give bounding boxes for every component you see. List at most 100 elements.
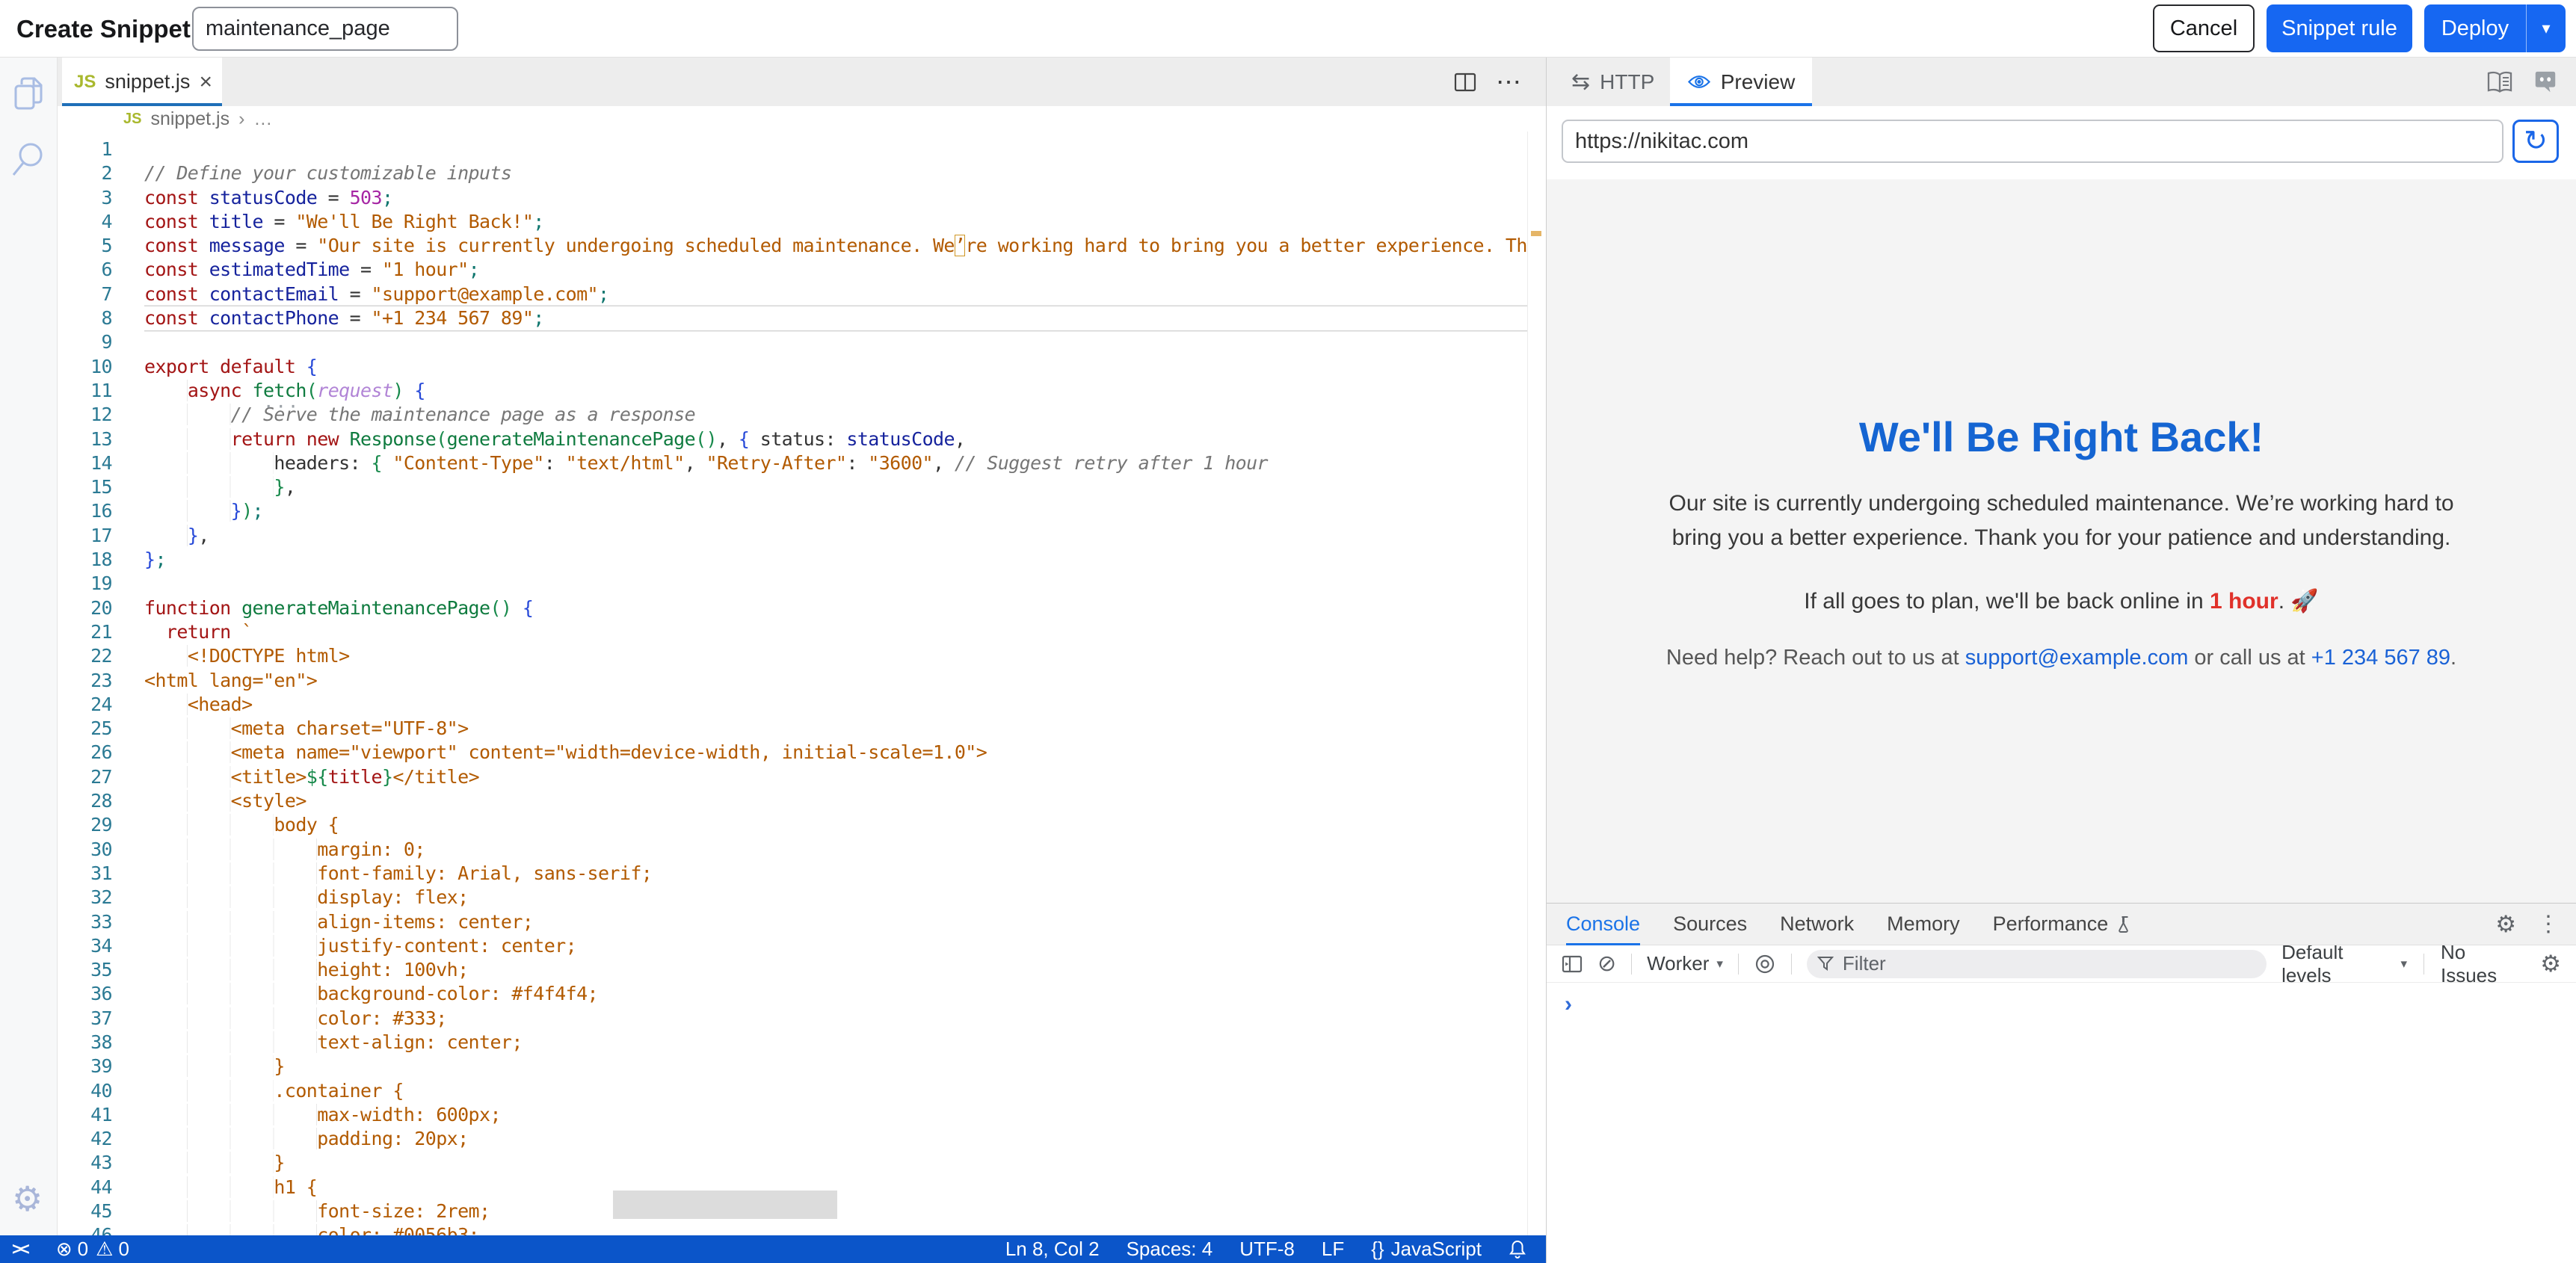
line-number: 27 [58, 765, 112, 789]
header-actions: Cancel Snippet rule Deploy ▾ [2153, 4, 2566, 52]
status-left: >< ⊗ 0 ⚠ 0 [0, 1238, 129, 1261]
eol-type[interactable]: LF [1322, 1238, 1344, 1261]
cursor-position[interactable]: Ln 8, Col 2 [1005, 1238, 1100, 1261]
encoding[interactable]: UTF-8 [1239, 1238, 1295, 1261]
code-line: text-align: center; [144, 1031, 1528, 1054]
code-line [144, 330, 1528, 354]
status-right: Ln 8, Col 2 Spaces: 4 UTF-8 LF {} JavaSc… [1005, 1238, 1546, 1261]
console-prompt-chevron[interactable]: › [1565, 992, 1572, 1017]
console-tab-performance[interactable]: Performance [1993, 904, 2131, 945]
tab-http[interactable]: ⇆ HTTP [1571, 58, 1654, 106]
indentation[interactable]: Spaces: 4 [1127, 1238, 1213, 1261]
code-line: } [144, 1151, 1528, 1175]
code-line: display: flex; [144, 886, 1528, 910]
console-output[interactable]: › [1547, 983, 2576, 1263]
console-tab-console[interactable]: Console [1566, 904, 1640, 945]
code-line: <head> [144, 693, 1528, 717]
code-line: headers: { "Content-Type": "text/html", … [144, 451, 1528, 475]
contact-phone-link[interactable]: +1 234 567 89 [2311, 646, 2450, 670]
line-number: 17 [58, 524, 112, 548]
http-swap-icon: ⇆ [1571, 69, 1590, 95]
line-number: 37 [58, 1007, 112, 1031]
docs-book-icon[interactable] [2486, 71, 2513, 93]
context-caret-icon: ▾ [1716, 957, 1723, 972]
breadcrumb[interactable]: JS snippet.js › … [58, 106, 1546, 132]
more-actions-icon[interactable]: ⋯ [1496, 70, 1523, 95]
search-icon[interactable] [10, 140, 46, 180]
deploy-dropdown-caret[interactable]: ▾ [2527, 19, 2566, 38]
context-selector[interactable]: Worker▾ [1647, 952, 1723, 975]
refresh-button[interactable]: ↻ [2512, 120, 2559, 163]
issues-counter[interactable]: No Issues [2441, 941, 2524, 987]
remote-indicator-icon[interactable]: >< [12, 1239, 28, 1259]
cancel-button[interactable]: Cancel [2153, 4, 2255, 52]
maintenance-contact: Need help? Reach out to us at support@ex… [1651, 646, 2473, 670]
warning-count[interactable]: ⚠ 0 [96, 1238, 129, 1261]
settings-gear-icon[interactable]: ⚙ [12, 1182, 43, 1216]
line-number: 21 [58, 620, 112, 644]
line-number: 42 [58, 1127, 112, 1151]
console-tab-memory[interactable]: Memory [1887, 904, 1960, 945]
devtools-console: Console Sources Network Memory Performance ⚙… [1547, 903, 2576, 1263]
code-line: } [144, 1054, 1528, 1078]
console-sidebar-toggle-icon[interactable] [1562, 954, 1583, 974]
console-tab-sources[interactable]: Sources [1673, 904, 1747, 945]
devtools-kebab-menu-icon[interactable]: ⋮ [2537, 913, 2560, 936]
line-number: 16 [58, 499, 112, 523]
contact-email-link[interactable]: support@example.com [1965, 646, 2189, 670]
code-editor[interactable]: 1234567891011121314151617181920212223242… [58, 132, 1546, 1235]
tab-close-icon[interactable]: × [199, 70, 212, 95]
line-number: 14 [58, 451, 112, 475]
js-file-icon: JS [74, 72, 96, 93]
line-number: 40 [58, 1079, 112, 1103]
code-line: .container { [144, 1079, 1528, 1103]
code-line: const contactEmail = "support@example.co… [144, 282, 1528, 306]
clear-console-icon[interactable]: ⊘ [1597, 953, 1616, 975]
tab-preview[interactable]: Preview [1670, 58, 1812, 106]
url-input[interactable] [1562, 120, 2503, 163]
code-lines[interactable]: // Define your customizable inputsconst … [144, 138, 1528, 1235]
language-mode[interactable]: {} JavaScript [1371, 1238, 1482, 1261]
code-line: <title>${title}</title> [144, 765, 1528, 789]
console-settings-gear-icon[interactable]: ⚙ [2540, 952, 2561, 975]
horizontal-scrollbar[interactable] [613, 1191, 837, 1219]
error-count[interactable]: ⊗ 0 [56, 1238, 88, 1261]
code-line: font-family: Arial, sans-serif; [144, 862, 1528, 886]
filter-funnel-icon [1817, 956, 1834, 972]
console-tab-network[interactable]: Network [1780, 904, 1854, 945]
line-number: 6 [58, 258, 112, 282]
code-line: <meta name="viewport" content="width=dev… [144, 741, 1528, 765]
snippet-rule-button[interactable]: Snippet rule [2267, 4, 2412, 52]
log-levels-selector[interactable]: Default levels▾ [2281, 941, 2407, 987]
line-number: 11 [58, 379, 112, 403]
breadcrumb-file[interactable]: snippet.js [150, 108, 229, 130]
notifications-bell-icon[interactable] [1509, 1239, 1526, 1259]
console-filter-input[interactable]: Filter [1807, 950, 2267, 978]
toolbar-right: Default levels▾ No Issues ⚙ [2281, 941, 2561, 987]
eta-time: 1 hour [2210, 589, 2278, 614]
tab-snippet-js[interactable]: JS snippet.js × [62, 58, 222, 106]
line-number: 32 [58, 886, 112, 910]
line-number: 10 [58, 355, 112, 379]
inlay-hint-dots: ··· [263, 395, 300, 419]
code-line: body { [144, 813, 1528, 837]
snippet-name-value: maintenance_page [206, 16, 390, 41]
devtools-settings-gear-icon[interactable]: ⚙ [2495, 912, 2516, 936]
levels-caret-icon: ▾ [2400, 957, 2407, 972]
maintenance-message: Our site is currently undergoing schedul… [1666, 487, 2458, 555]
line-number: 2 [58, 161, 112, 185]
code-line: async fetch(request) { [144, 379, 1528, 403]
line-number: 36 [58, 982, 112, 1006]
breadcrumb-more[interactable]: … [253, 108, 272, 130]
explorer-icon[interactable] [10, 75, 46, 114]
live-expression-eye-icon[interactable] [1754, 953, 1776, 975]
split-editor-icon[interactable] [1454, 72, 1476, 92]
deploy-label: Deploy [2424, 16, 2526, 41]
rocket-emoji: 🚀 [2290, 589, 2318, 614]
console-tabbar-actions: ⚙ ⋮ [2495, 912, 2576, 936]
deploy-button[interactable]: Deploy ▾ [2424, 4, 2566, 52]
tab-label: snippet.js [105, 70, 190, 93]
line-number: 45 [58, 1199, 112, 1223]
discord-icon[interactable] [2533, 71, 2558, 93]
snippet-name-input[interactable]: maintenance_page [192, 7, 458, 51]
